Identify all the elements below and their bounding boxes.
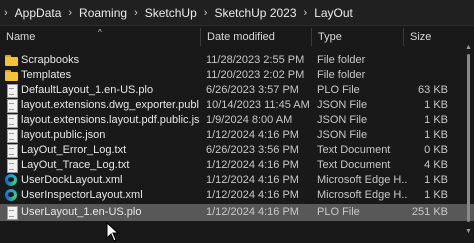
document-icon: [5, 129, 18, 143]
scroll-down-icon[interactable]: ▼: [465, 228, 472, 235]
folder-icon: [5, 69, 18, 82]
file-name: UserInspectorLayout.xml: [21, 189, 143, 201]
chevron-right-icon: ›: [303, 6, 308, 19]
document-icon: [5, 99, 18, 113]
column-header-row: Name Date modified Type Size: [0, 28, 474, 46]
file-type: PLO File: [317, 206, 360, 218]
file-row-selected[interactable]: UserLayout_1.en-US.plo 1/12/2024 4:16 PM…: [0, 204, 474, 221]
chevron-right-icon: ›: [4, 6, 8, 19]
chevron-right-icon: ›: [134, 6, 138, 19]
address-bar[interactable]: › AppData › Roaming › SketchUp › SketchU…: [0, 0, 474, 26]
file-date: 1/12/2024 4:16 PM: [206, 189, 299, 201]
file-size: 1 KB: [424, 189, 448, 201]
scrollbar-thumb[interactable]: [467, 54, 470, 222]
file-row[interactable]: UserInspectorLayout.xml 1/12/2024 4:16 P…: [0, 187, 474, 204]
breadcrumb-layout[interactable]: LayOut: [314, 6, 353, 20]
column-header-date[interactable]: Date modified: [200, 28, 311, 46]
chevron-right-icon: ›: [203, 6, 208, 19]
file-date: 1/12/2024 4:16 PM: [206, 206, 299, 218]
document-icon: [5, 159, 18, 173]
scroll-up-icon[interactable]: ▲: [465, 44, 472, 51]
breadcrumb-appdata[interactable]: AppData: [15, 6, 62, 20]
chevron-right-icon: ›: [68, 6, 73, 19]
breadcrumb-roaming[interactable]: Roaming: [79, 6, 127, 20]
folder-icon: [5, 54, 18, 67]
file-type: Microsoft Edge H...: [317, 189, 407, 201]
document-icon: [5, 84, 18, 98]
column-header-size-label: Size: [410, 31, 432, 43]
column-header-type[interactable]: Type: [311, 28, 403, 46]
column-header-name-label: Name: [6, 31, 36, 43]
file-size: 251 KB: [411, 206, 448, 218]
edge-icon: [5, 189, 18, 202]
edge-icon: [5, 174, 18, 187]
document-icon: [5, 206, 18, 220]
breadcrumb-sketchup[interactable]: SketchUp: [145, 6, 197, 20]
column-header-type-label: Type: [318, 31, 342, 43]
document-icon: [5, 114, 18, 128]
column-header-size[interactable]: Size: [403, 28, 463, 46]
mouse-pointer-icon: [106, 222, 120, 242]
document-icon: [5, 144, 18, 158]
sort-up-icon: ^: [98, 28, 102, 37]
breadcrumb-sketchup-2023[interactable]: SketchUp 2023: [214, 6, 296, 20]
column-header-date-label: Date modified: [207, 31, 275, 43]
file-name: UserLayout_1.en-US.plo: [21, 206, 142, 218]
